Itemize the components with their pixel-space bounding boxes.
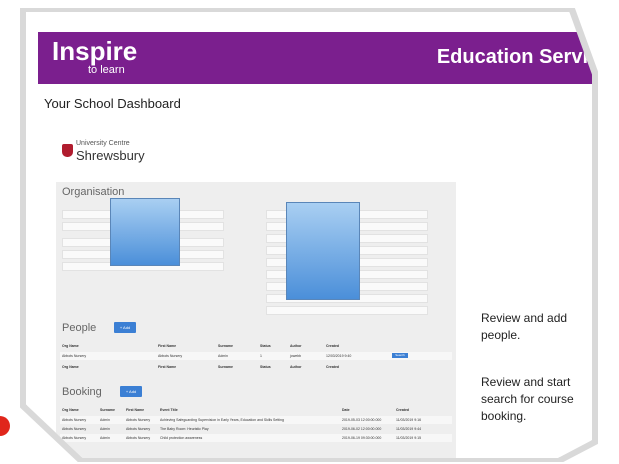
dashboard-title: Your School Dashboard xyxy=(44,96,181,111)
table-cell: 2019-06-02 12:00:00.000 xyxy=(342,427,382,431)
inspire-logo-sub: to learn xyxy=(88,64,125,76)
column-header: Org Name xyxy=(62,344,79,348)
column-header: Author xyxy=(290,365,302,369)
column-header: First Name xyxy=(158,344,177,348)
booking-heading: Booking xyxy=(62,386,102,398)
field-input[interactable] xyxy=(266,306,428,315)
table-row[interactable]: Abbots Nursery Admin Abbots Nursery The Bab… xyxy=(60,425,452,433)
column-header: Created xyxy=(326,365,340,369)
table-cell: 11/03/2019 9:16 xyxy=(396,418,422,422)
booking-note: Review and start search for course booki… xyxy=(481,375,574,423)
column-header: Created xyxy=(326,344,340,348)
column-header: Date xyxy=(342,408,350,412)
table-cell: 1 xyxy=(260,354,262,358)
table-cell: 2019-05-03 12:00:00.000 xyxy=(342,418,382,422)
accent-dot xyxy=(0,416,10,436)
table-row[interactable]: Abbots Nursery Admin Abbots Nursery Child p… xyxy=(60,434,452,442)
highlight-box-left xyxy=(110,198,180,266)
column-header: Author xyxy=(290,344,302,348)
table-cell: Abbots Nursery xyxy=(158,354,183,358)
table-cell: jowebb xyxy=(290,354,302,358)
column-header: First Name xyxy=(158,365,177,369)
people-heading: People xyxy=(62,322,97,334)
table-cell: Abbots Nursery xyxy=(126,436,151,440)
table-cell: Abbots Nursery xyxy=(62,418,87,422)
table-footer-header: Org Name First Name Surname Status Author Cre… xyxy=(60,363,452,371)
table-cell: Abbots Nursery xyxy=(62,436,87,440)
highlight-box-right xyxy=(286,202,360,300)
table-cell: 11/03/2019 9:15 xyxy=(396,436,422,440)
column-header: Org Name xyxy=(62,408,79,412)
crest-icon xyxy=(62,144,73,157)
add-person-button[interactable]: + Add xyxy=(114,322,136,333)
table-cell: The Baby Room: Heuristic Play xyxy=(160,427,209,431)
column-header: Created xyxy=(396,408,410,412)
column-header: Surname xyxy=(100,408,115,412)
column-header: Status xyxy=(260,365,271,369)
table-cell: Admin xyxy=(100,427,110,431)
university-logo-line2: Shrewsbury xyxy=(76,148,145,163)
column-header: First Name xyxy=(126,408,145,412)
table-cell: Abbots Nursery xyxy=(62,427,87,431)
search-button[interactable]: Search xyxy=(392,353,408,358)
university-logo-line1: University Centre xyxy=(76,140,130,147)
column-header: Surname xyxy=(218,344,233,348)
slide-card: Inspire to learn Education Servi Your Sc… xyxy=(26,12,592,458)
table-cell: Abbots Nursery xyxy=(126,418,151,422)
table-cell: Abbots Nursery xyxy=(126,427,151,431)
table-cell: Admin xyxy=(100,436,110,440)
column-header: Org Name xyxy=(62,365,79,369)
column-header: Event Title xyxy=(160,408,178,412)
people-note: Review and add people. xyxy=(481,311,568,342)
column-header: Status xyxy=(260,344,271,348)
table-cell: 2019-06-19 09:30:00.000 xyxy=(342,436,382,440)
table-cell: Achieving Safeguarding Supervision in Ea… xyxy=(160,418,284,422)
table-cell: 11/03/2019 9:44 xyxy=(396,427,422,431)
table-row[interactable]: Abbots Nursery Abbots Nursery Admin 1 jowebb… xyxy=(60,352,452,360)
banner-title: Education Servi xyxy=(436,46,588,68)
table-cell: 12/03/2019 9:40 xyxy=(326,354,352,358)
table-header: Org Name First Name Surname Status Author Cre… xyxy=(60,342,452,350)
column-header: Surname xyxy=(218,365,233,369)
add-booking-button[interactable]: + Add xyxy=(120,386,142,397)
table-cell: Abbots Nursery xyxy=(62,354,87,358)
table-cell: Child protection awareness xyxy=(160,436,203,440)
table-row[interactable]: Abbots Nursery Admin Abbots Nursery Achievi… xyxy=(60,416,452,424)
organisation-heading: Organisation xyxy=(62,186,125,198)
inspire-logo: Inspire xyxy=(52,36,138,66)
table-cell: Admin xyxy=(218,354,228,358)
table-header: Org Name Surname First Name Event Title Date… xyxy=(60,406,452,414)
table-cell: Admin xyxy=(100,418,110,422)
header-banner: Inspire to learn Education Servi xyxy=(38,32,592,84)
